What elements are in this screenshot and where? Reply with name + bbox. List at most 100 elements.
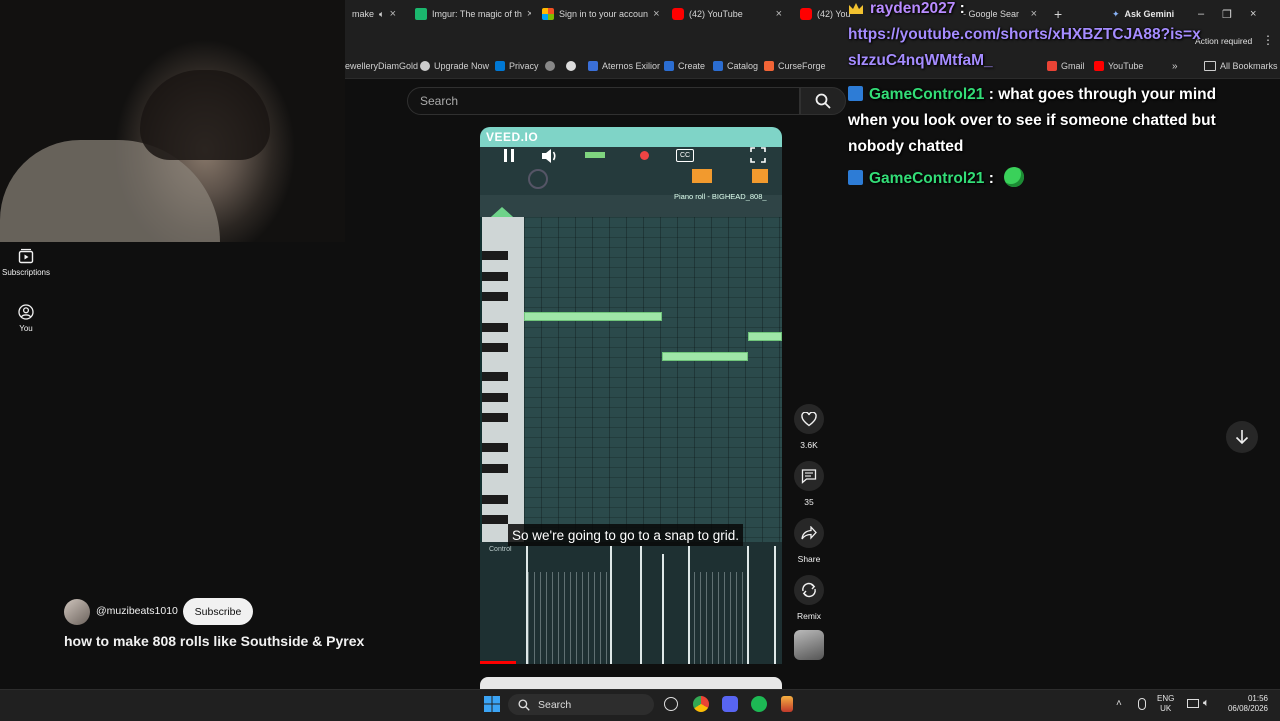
browser-tab-1[interactable]: Imgur: The magic of th × [407,2,531,26]
short-video-player[interactable]: VEED.IO CC Piano roll - BIGHEAD_808_ Con… [480,127,782,664]
bookmark-8[interactable]: CurseForge [764,58,826,74]
globe-icon [545,61,555,71]
velocity-bars-group [694,572,744,664]
chat-link[interactable]: https://youtube.com/shorts/xHXBZTCJA88?i… [848,22,1208,74]
channel-handle[interactable]: @muzibeats1010 [96,605,178,617]
piano-black-key [482,393,508,402]
discord-icon[interactable] [722,696,738,712]
menu-kebab-icon[interactable]: ⋮ [1262,33,1274,47]
share-button[interactable]: Share [794,518,824,564]
video-title[interactable]: how to make 808 rolls like Southside & P… [64,633,364,649]
tab-close-icon[interactable]: × [776,8,782,20]
windows-icon [484,696,500,712]
midi-note[interactable] [662,352,748,361]
clock[interactable]: 01:56 06/08/2026 [1222,694,1268,714]
browser-tab-2[interactable]: Sign in to your accoun × [534,2,662,26]
like-button[interactable]: 3.6K [794,404,824,450]
tab-audio-icon[interactable]: 🔈︎ [379,9,384,20]
bookmark-4[interactable] [566,58,580,74]
piano-black-key [482,443,508,452]
tab-close-icon[interactable]: × [390,8,396,20]
tab-close-icon[interactable]: × [527,8,531,20]
google-icon [566,61,576,71]
speaker-icon[interactable]: 🔈︎ [1203,697,1210,710]
aternos-icon [588,61,598,71]
microphone-icon[interactable] [1138,698,1146,710]
next-video-button[interactable] [1226,421,1258,453]
daw-tool-icon [692,169,712,183]
control-lane [480,542,782,664]
tab-label: (42) YouTu [817,9,852,19]
chat-message: GameControl21 : what goes through your m… [848,82,1248,160]
app-icon[interactable] [781,696,793,712]
browser-tab-3[interactable]: (42) YouTube × [664,2,790,26]
video-progress-bar[interactable] [480,661,517,664]
bookmark-3[interactable] [545,58,559,74]
network-icon[interactable] [1187,699,1199,708]
bookmark-7[interactable]: Catalog [713,58,758,74]
fullscreen-button[interactable] [750,147,766,168]
pause-button[interactable] [502,147,516,165]
webcam-overlay [0,0,345,242]
chrome-icon[interactable] [693,696,709,712]
search-button[interactable] [800,87,846,115]
nav-you[interactable]: You [0,304,52,333]
share-icon [801,526,817,540]
comments-button[interactable]: 35 [794,461,824,507]
search-input[interactable]: Search [407,87,800,115]
piano-black-key [482,464,508,473]
chat-message: GameControl21 : [848,166,1025,192]
volume-icon [542,149,556,163]
close-window-icon[interactable]: × [1250,8,1256,20]
search-icon [815,93,831,109]
channel-badge-icon [848,170,863,185]
nav-subscriptions[interactable]: Subscriptions [0,248,52,277]
velocity-bar [688,546,690,664]
comment-icon [801,469,817,484]
channel-avatar[interactable] [64,599,90,625]
comment-count: 35 [804,497,814,507]
captions-button[interactable]: CC [676,149,694,162]
record-icon [640,151,649,160]
imgur-icon [415,8,427,20]
chat-separator: : [984,170,994,187]
spotify-icon[interactable] [751,696,767,712]
roblox-icon [664,61,674,71]
bookmark-5[interactable]: Aternos Exilior [588,58,660,74]
task-view-icon[interactable] [664,697,678,711]
subscribe-button[interactable]: Subscribe [183,598,253,625]
remix-button[interactable]: Remix [794,575,824,621]
piano-roll-grid[interactable] [524,217,782,542]
browser-tab-0[interactable]: make 🔈︎ × [344,2,404,26]
all-bookmarks-button[interactable]: All Bookmarks [1204,58,1278,74]
channel-badge-icon [848,86,863,101]
midi-note[interactable] [748,332,782,341]
sound-avatar-thumbnail[interactable] [794,630,824,660]
tab-close-icon[interactable]: × [1031,8,1037,20]
tray-overflow-icon[interactable]: ˄ [1116,698,1122,709]
tab-label: make [352,9,375,19]
piano-black-key [482,372,508,381]
microsoft-icon [542,8,554,20]
search-icon [518,698,530,711]
midi-note[interactable] [524,312,662,321]
velocity-bar [747,546,749,664]
curseforge-icon [764,61,774,71]
piano-black-key [482,272,508,281]
browser-tab-4[interactable]: (42) YouTu [792,2,852,26]
tab-close-icon[interactable]: × [653,8,659,20]
piano-black-key [482,495,508,504]
start-button[interactable] [483,695,501,713]
bookmark-0[interactable]: ewelleryDiamGold [345,58,418,74]
maximize-icon[interactable]: ❐ [1222,8,1232,21]
bookmark-6[interactable]: Create [664,58,705,74]
minimize-icon[interactable]: – [1198,8,1204,20]
next-short-preview[interactable] [480,677,782,689]
roblox-icon [713,61,723,71]
bookmark-1[interactable]: Upgrade Now [420,58,489,74]
bookmark-2[interactable]: Privacy [495,58,539,74]
volume-button[interactable] [540,147,560,170]
windows-icon [495,61,505,71]
taskbar-search[interactable]: Search [508,694,654,715]
language-indicator[interactable]: ENG UK [1157,694,1174,714]
